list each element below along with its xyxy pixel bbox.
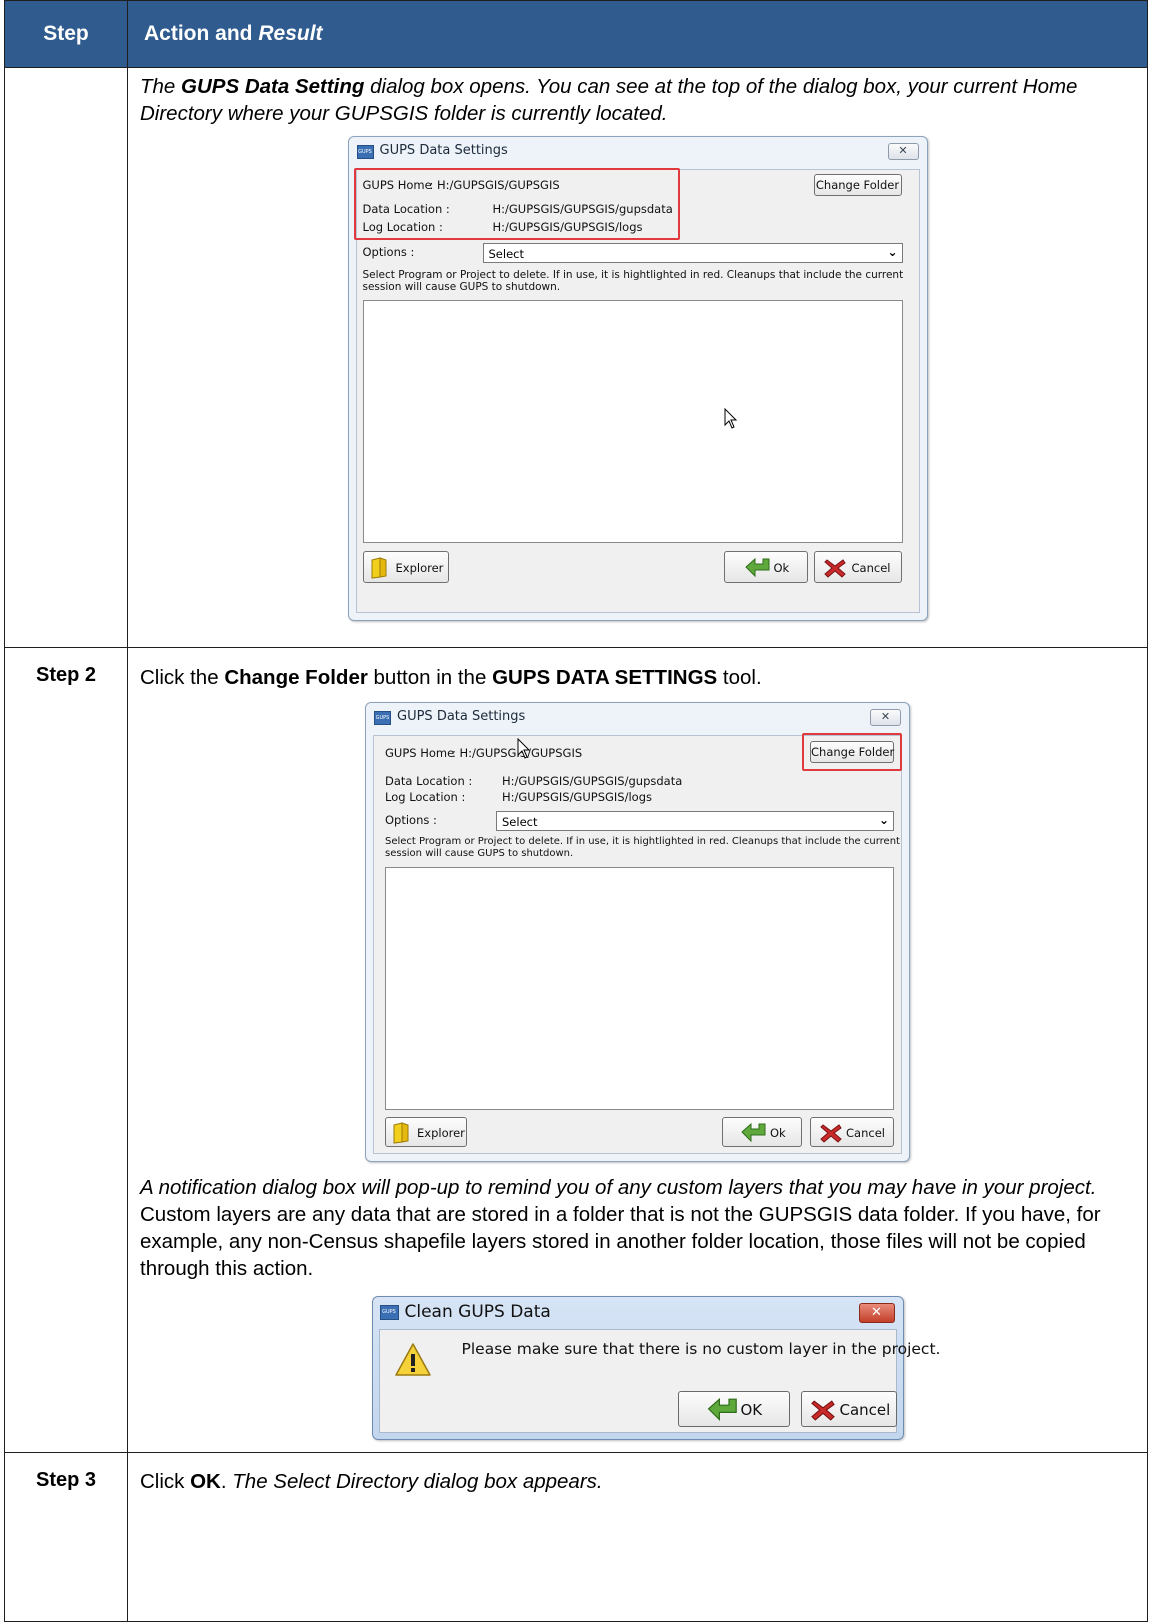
gups-data-settings-dialog: GUPS GUPS Data Settings ✕ GUPS Home : H:…: [347, 136, 928, 621]
step3-paragraph: Click OK. The Select Directory dialog bo…: [140, 1468, 1135, 1495]
highlight-box: [353, 168, 680, 240]
gups-home-label: GUPS Home: [385, 746, 455, 760]
green-arrow-icon: [744, 558, 769, 578]
table-row: Step 3 Click OK. The Select Directory di…: [4, 1452, 1148, 1622]
data-location-label: Data Location :: [385, 774, 473, 788]
program-project-list[interactable]: [362, 300, 903, 543]
ok-label: Ok: [770, 1126, 786, 1140]
mouse-pointer-icon: [517, 738, 531, 759]
options-select[interactable]: Select ⌄: [496, 811, 894, 831]
header-action: Action and Result: [127, 0, 1148, 68]
clean-gups-data-dialog: GUPS Clean GUPS Data ✕ Please make sure …: [371, 1296, 940, 1440]
cancel-label: Cancel: [846, 1126, 885, 1140]
close-button[interactable]: ✕: [858, 1303, 895, 1323]
step-3-label: Step 3: [4, 1452, 128, 1622]
instruction-line-1: Select Program or Project to delete. If …: [385, 836, 900, 847]
text-run: button in the: [367, 666, 493, 689]
ok-button[interactable]: OK: [677, 1391, 790, 1427]
gups-app-icon: GUPS: [379, 1305, 399, 1320]
text-run: tool.: [717, 666, 762, 689]
text-run: Click: [140, 1470, 191, 1493]
mouse-pointer-icon: [724, 408, 737, 429]
result-italic-text: The Select Directory dialog box appears.: [232, 1470, 603, 1493]
gups-app-icon: GUPS: [356, 145, 374, 159]
change-folder-button[interactable]: Change Folder: [813, 174, 902, 196]
note-text: Custom layers are any data that are stor…: [140, 1203, 1101, 1280]
dialog-body: GUPS Home : H:/GUPSGIS/GUPSGIS Change Fo…: [353, 168, 920, 613]
explorer-label: Explorer: [395, 561, 444, 575]
dialog-title: Clean GUPS Data: [404, 1302, 551, 1322]
gups-app-icon: GUPS: [374, 711, 391, 725]
dialog-name-emphasis: GUPS Data Setting: [181, 75, 365, 98]
cancel-label: Cancel: [839, 1401, 891, 1419]
green-arrow-icon: [707, 1398, 737, 1422]
options-selected-value: Select: [488, 247, 524, 261]
tool-name-emphasis: GUPS DATA SETTINGS: [492, 666, 718, 689]
options-select[interactable]: Select ⌄: [482, 243, 903, 263]
instruction-line-2: session will cause GUPS to shutdown.: [362, 281, 561, 293]
options-label: Options :: [385, 813, 437, 827]
dialog-titlebar: GUPS GUPS Data Settings ✕: [366, 703, 909, 735]
table-row: Step 2 Click the Change Folder button in…: [4, 647, 1148, 1453]
step2-note-paragraph: A notification dialog box will pop-up to…: [140, 1174, 1135, 1282]
action-cell: Click OK. The Select Directory dialog bo…: [127, 1452, 1148, 1622]
ok-button[interactable]: Ok: [722, 1117, 802, 1147]
header-result-label: Result: [258, 22, 323, 45]
cancel-label: Cancel: [851, 561, 891, 575]
dialog-titlebar: GUPS GUPS Data Settings ✕: [349, 137, 927, 169]
note-italic-text: A notification dialog box will pop-up to…: [140, 1176, 1097, 1199]
instruction-line-2: session will cause GUPS to shutdown.: [385, 848, 574, 859]
change-folder-emphasis: Change Folder: [224, 666, 368, 689]
action-cell: Click the Change Folder button in the GU…: [127, 647, 1148, 1453]
red-x-icon: [820, 1124, 842, 1143]
green-arrow-icon: [741, 1123, 766, 1143]
log-location-label: Log Location :: [385, 790, 466, 804]
dialog-title: GUPS Data Settings: [397, 709, 526, 724]
close-button[interactable]: ✕: [870, 709, 901, 726]
explorer-button[interactable]: Explorer: [362, 551, 449, 583]
ok-label: Ok: [773, 561, 790, 575]
procedure-table: Step Action and Result The GUPS Data Set…: [4, 0, 1148, 1622]
highlight-box: [802, 733, 902, 771]
cancel-button[interactable]: Cancel: [800, 1391, 897, 1427]
gups-data-settings-dialog: GUPS GUPS Data Settings ✕ GUPS Home : H:…: [365, 702, 910, 1162]
explorer-button[interactable]: Explorer: [385, 1117, 467, 1147]
step-cell-empty: [4, 67, 128, 648]
explorer-label: Explorer: [417, 1126, 465, 1140]
red-x-icon: [823, 559, 846, 578]
step-2-label: Step 2: [4, 647, 128, 1453]
ok-label: OK: [740, 1401, 763, 1419]
header-step: Step: [4, 0, 128, 68]
step1-paragraph: The GUPS Data Setting dialog box opens. …: [140, 73, 1135, 127]
text-run: .: [220, 1470, 233, 1493]
cancel-button[interactable]: Cancel: [810, 1117, 894, 1147]
close-button[interactable]: ✕: [887, 143, 919, 160]
instruction-line-1: Select Program or Project to delete. If …: [362, 269, 904, 281]
red-x-icon: [810, 1400, 835, 1421]
warning-message: Please make sure that there is no custom…: [461, 1340, 941, 1358]
data-location-value: H:/GUPSGIS/GUPSGIS/gupsdata: [502, 774, 683, 788]
warning-icon: [394, 1343, 431, 1376]
ok-emphasis: OK: [190, 1470, 221, 1493]
header-action-label: Action and: [144, 22, 259, 45]
text-run: Click the: [140, 666, 225, 689]
dialog-body: GUPS Home : H:/GUPSGIS/GUPSGIS Change Fo…: [373, 733, 902, 1154]
chevron-down-icon: ⌄: [878, 813, 889, 827]
text-run: The: [140, 75, 182, 98]
table-row: The GUPS Data Setting dialog box opens. …: [4, 67, 1148, 648]
table-header-row: Step Action and Result: [4, 0, 1148, 68]
log-location-value: H:/GUPSGIS/GUPSGIS/logs: [502, 790, 652, 804]
program-project-list[interactable]: [385, 867, 894, 1110]
options-selected-value: Select: [502, 815, 538, 829]
dialog-body: Please make sure that there is no custom…: [378, 1329, 940, 1433]
folder-icon: [371, 557, 386, 579]
chevron-down-icon: ⌄: [887, 245, 898, 259]
action-cell: The GUPS Data Setting dialog box opens. …: [127, 67, 1148, 648]
options-label: Options :: [362, 245, 415, 259]
dialog-title: GUPS Data Settings: [379, 143, 508, 158]
folder-icon: [393, 1122, 409, 1144]
step2-paragraph: Click the Change Folder button in the GU…: [140, 664, 1135, 691]
cancel-button[interactable]: Cancel: [813, 551, 902, 583]
ok-button[interactable]: Ok: [723, 551, 808, 583]
